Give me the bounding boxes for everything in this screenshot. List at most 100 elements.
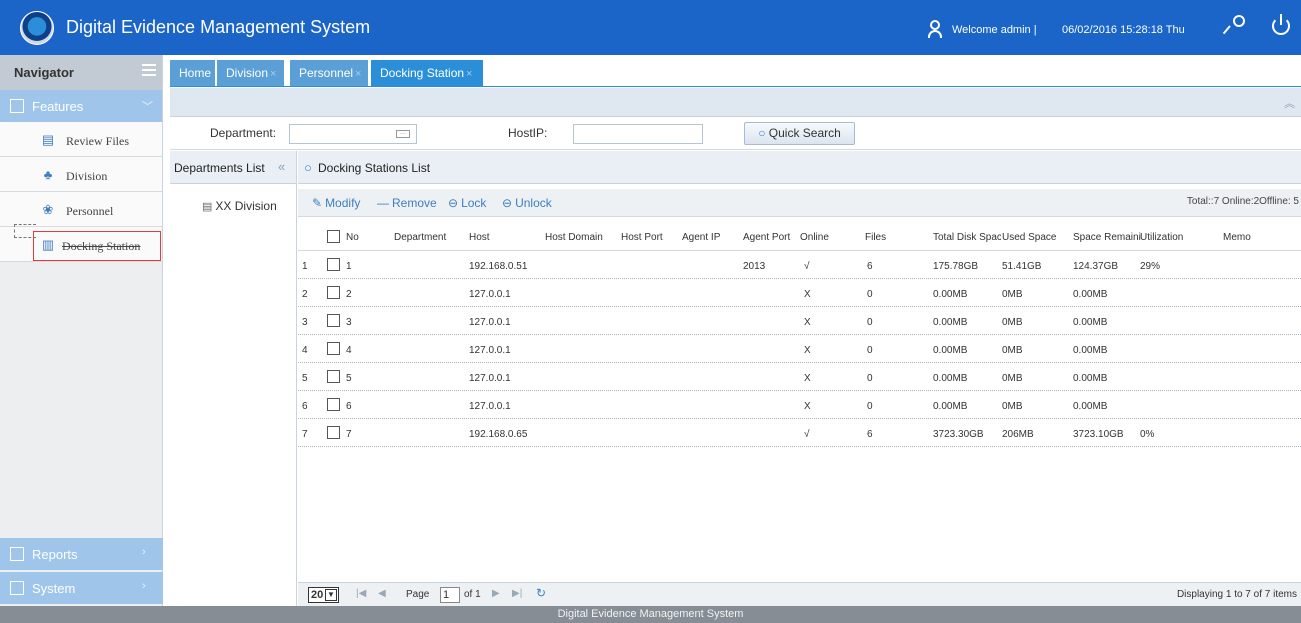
chevron-down-icon: ▼ — [325, 589, 337, 601]
modify-label: Modify — [325, 196, 361, 210]
col-header[interactable]: Total Disk Spac — [933, 232, 1001, 243]
col-header[interactable]: Host — [469, 232, 490, 243]
table-row[interactable]: 2 2 127.0.0.1 X 0 0.00MB 0MB 0.00MB — [298, 279, 1301, 307]
department-tree-item[interactable]: ▤ XX Division — [202, 199, 277, 213]
tab-home[interactable]: Home — [170, 60, 215, 87]
col-header[interactable]: Department — [394, 232, 446, 243]
sidebar-item-division[interactable]: ♣ Division — [0, 157, 162, 192]
quick-search-button[interactable]: ○ Quick Search — [744, 122, 855, 145]
col-header[interactable]: Memo — [1223, 232, 1251, 243]
col-header[interactable]: Host Port — [621, 232, 663, 243]
quick-search-label: Quick Search — [768, 126, 841, 140]
modify-button[interactable]: ✎ Modify — [312, 196, 360, 210]
departments-panel: Departments List « ▤ XX Division — [170, 151, 297, 606]
cell-used: 0MB — [1002, 373, 1023, 384]
navigator-title: Navigator — [14, 65, 74, 80]
table-row[interactable]: 7 7 192.168.0.65 √ 6 3723.30GB 206MB 3723.10GB 0… — [298, 419, 1301, 447]
tab-division[interactable]: Division × — [217, 60, 284, 87]
file-icon: ▤ — [202, 201, 213, 213]
page-size-select[interactable]: 20 ▼ — [308, 587, 339, 603]
department-field[interactable]: ··· — [289, 124, 417, 144]
select-all-checkbox[interactable] — [327, 230, 340, 243]
app-logo — [20, 11, 54, 45]
last-page-icon[interactable]: ▶| — [512, 588, 522, 599]
cell-util: 29% — [1140, 261, 1161, 272]
table-row[interactable]: 5 5 127.0.0.1 X 0 0.00MB 0MB 0.00MB — [298, 363, 1301, 391]
close-icon[interactable]: × — [270, 68, 276, 80]
reports-icon — [10, 547, 24, 561]
tab-label: Personnel — [299, 66, 354, 80]
col-header[interactable]: Utilization — [1140, 232, 1183, 243]
unlock-button[interactable]: ⊖ Unlock — [502, 196, 552, 210]
cell-host: 127.0.0.1 — [469, 289, 511, 300]
col-header[interactable]: Host Domain — [545, 232, 603, 243]
close-icon[interactable]: × — [466, 68, 472, 80]
datetime-text: 06/02/2016 15:28:18 Thu — [1062, 24, 1185, 36]
tab-personnel[interactable]: Personnel × — [290, 60, 368, 87]
unlock-label: Unlock — [515, 196, 552, 210]
table-row[interactable]: 4 4 127.0.0.1 X 0 0.00MB 0MB 0.00MB — [298, 335, 1301, 363]
row-checkbox[interactable] — [327, 286, 340, 299]
table-row[interactable]: 6 6 127.0.0.1 X 0 0.00MB 0MB 0.00MB — [298, 391, 1301, 419]
key-icon[interactable] — [1222, 15, 1247, 37]
row-checkbox[interactable] — [327, 258, 340, 271]
menu-system[interactable]: System › — [0, 572, 163, 604]
col-header[interactable]: Online — [800, 232, 829, 243]
cell-total: 0.00MB — [933, 345, 968, 356]
sidebar-item-docking-station[interactable]: ▥ Docking Station — [0, 224, 162, 262]
search-icon: ○ — [758, 126, 766, 140]
user-icon[interactable] — [928, 20, 942, 38]
col-header[interactable]: Agent Port — [743, 232, 790, 243]
cell-remain: 0.00MB — [1073, 373, 1108, 384]
cell-no: 7 — [346, 429, 352, 440]
row-checkbox[interactable] — [327, 342, 340, 355]
row-checkbox[interactable] — [327, 370, 340, 383]
col-header[interactable]: Used Space — [1002, 232, 1056, 243]
sidebar-item-personnel[interactable]: ❀ Personnel — [0, 192, 162, 227]
row-checkbox[interactable] — [327, 398, 340, 411]
tab-docking-station[interactable]: Docking Station × — [371, 60, 483, 87]
refresh-icon[interactable]: ↻ — [536, 586, 546, 600]
power-icon[interactable] — [1270, 13, 1292, 37]
collapse-up-icon[interactable]: ︽ — [1284, 95, 1295, 111]
hostip-label: HostIP: — [508, 126, 548, 140]
chevron-right-icon: › — [142, 546, 146, 558]
chevron-down-icon: ﹀ — [142, 101, 153, 113]
search-icon: ○ — [304, 160, 312, 175]
cell-idx: 3 — [302, 317, 308, 328]
row-checkbox[interactable] — [327, 314, 340, 327]
sidebar-item-review-files[interactable]: ▤ Review Files — [0, 122, 162, 157]
cell-agent-port: 2013 — [743, 261, 766, 272]
cell-used: 0MB — [1002, 317, 1023, 328]
cell-used: 0MB — [1002, 401, 1023, 412]
col-header[interactable]: Agent IP — [682, 232, 720, 243]
hamburger-icon[interactable] — [142, 64, 156, 76]
app-header: Digital Evidence Management System Welco… — [0, 0, 1301, 55]
menu-features[interactable]: Features ﹀ — [0, 90, 162, 122]
table-row[interactable]: 1 1 192.168.0.51 2013 √ 6 175.78GB 51.41GB 124.3… — [298, 251, 1301, 279]
collapse-left-icon[interactable]: « — [278, 159, 285, 174]
table-row[interactable]: 3 3 127.0.0.1 X 0 0.00MB 0MB 0.00MB — [298, 307, 1301, 335]
prev-page-icon[interactable]: ◀ — [378, 588, 386, 599]
next-page-icon[interactable]: ▶ — [492, 588, 500, 599]
row-checkbox[interactable] — [327, 426, 340, 439]
review-files-icon: ▤ — [41, 132, 55, 147]
hostip-input[interactable] — [573, 124, 703, 144]
cell-files: 0 — [867, 345, 873, 356]
cell-files: 6 — [867, 429, 873, 440]
remove-button[interactable]: — Remove — [377, 196, 437, 210]
page-number-input[interactable]: 1 — [440, 587, 460, 603]
sidebar: Navigator Features ﹀ ▤ Review Files ♣ Di… — [0, 55, 163, 606]
col-header[interactable]: No — [346, 232, 359, 243]
first-page-icon[interactable]: |◀ — [356, 588, 366, 599]
lock-label: Lock — [461, 196, 487, 210]
menu-reports[interactable]: Reports › — [0, 538, 163, 570]
close-icon[interactable]: × — [355, 68, 361, 80]
col-header[interactable]: Files — [865, 232, 886, 243]
cell-host: 192.168.0.51 — [469, 261, 528, 272]
col-header[interactable]: Space Remaini — [1073, 232, 1141, 243]
ellipsis-icon[interactable]: ··· — [396, 130, 410, 138]
unlock-icon: ⊖ — [502, 196, 513, 210]
lock-button[interactable]: ⊖ Lock — [448, 196, 486, 210]
cell-online: X — [804, 289, 811, 300]
